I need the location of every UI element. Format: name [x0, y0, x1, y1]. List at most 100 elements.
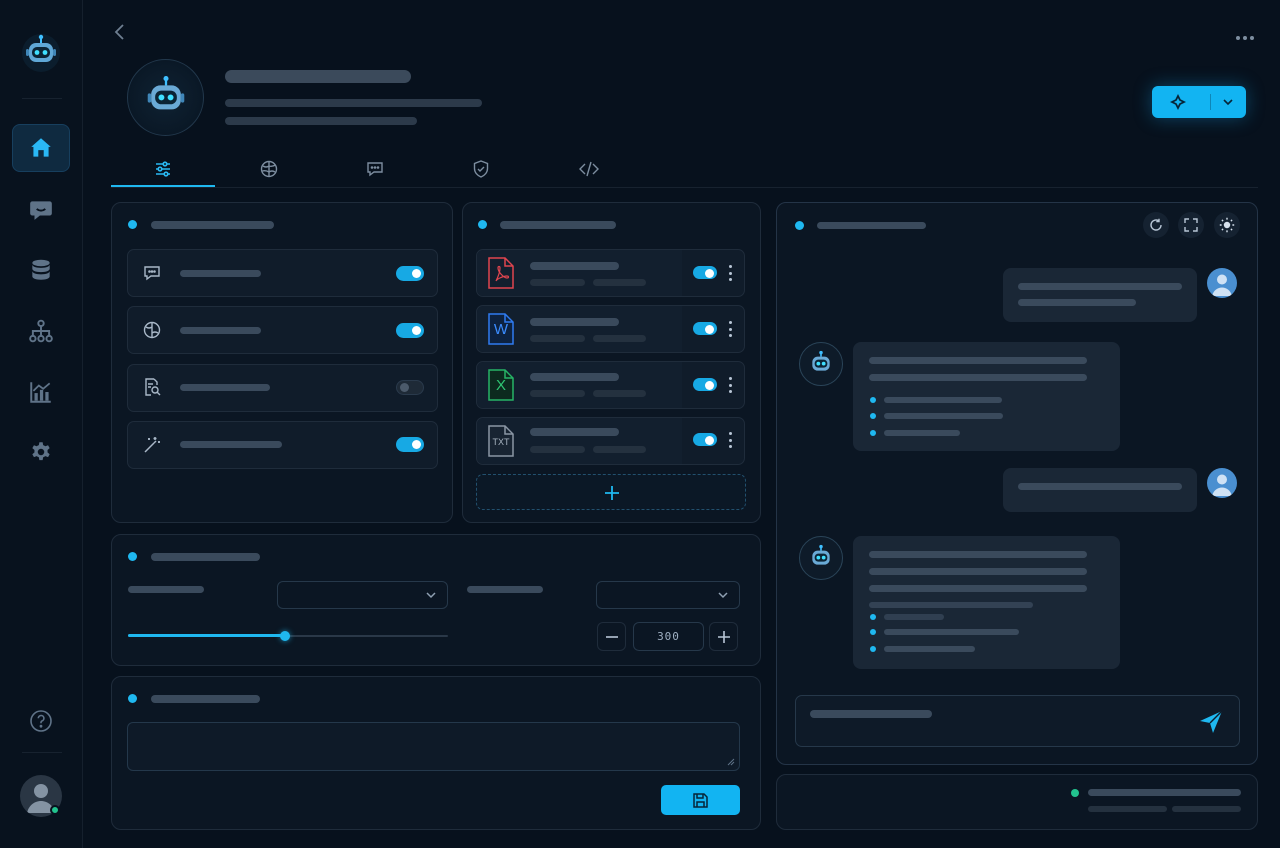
message-line-placeholder — [869, 551, 1087, 558]
settings-icon — [32, 442, 50, 461]
save-icon — [693, 793, 708, 808]
param-label-placeholder — [128, 586, 204, 593]
tab-bar-divider — [111, 187, 1258, 188]
chat-input-placeholder — [810, 710, 932, 718]
file-toggle-pdf[interactable] — [693, 266, 717, 279]
files-section-dot — [478, 220, 487, 229]
status-panel — [776, 774, 1258, 830]
workflow-icon — [29, 319, 53, 343]
file-toggle-excel[interactable] — [693, 378, 717, 391]
list-bullet — [870, 629, 876, 635]
slider-fill — [128, 634, 285, 637]
decrement-button[interactable] — [597, 622, 626, 651]
temperature-slider[interactable] — [128, 629, 448, 643]
refresh-button[interactable] — [1143, 212, 1169, 238]
model-select[interactable] — [277, 581, 448, 609]
status-text-placeholder — [1088, 789, 1241, 796]
fullscreen-button[interactable] — [1178, 212, 1204, 238]
file-meta-placeholder — [593, 335, 646, 342]
bot-avatar — [799, 342, 843, 386]
chevron-left-icon — [114, 24, 124, 40]
robot-logo-icon — [22, 34, 60, 72]
file-meta-placeholder — [530, 390, 585, 397]
spark-icon — [1169, 93, 1187, 111]
tab-knowledge[interactable] — [217, 152, 321, 186]
file-meta-placeholder — [593, 390, 646, 397]
home-icon — [31, 138, 51, 157]
file-menu-kebab-icon[interactable] — [728, 321, 732, 337]
send-icon — [1200, 710, 1223, 733]
message-line-placeholder — [884, 629, 1019, 635]
agent-avatar[interactable] — [127, 59, 204, 136]
file-menu-kebab-icon[interactable] — [728, 377, 732, 393]
excel-file-label: X — [495, 377, 506, 394]
feature-toggle-knowledge[interactable] — [396, 323, 424, 338]
file-toggle-word[interactable] — [693, 322, 717, 335]
increment-button[interactable] — [709, 622, 738, 651]
file-meta-placeholder — [530, 335, 585, 342]
feature-toggle-doc-search[interactable] — [396, 380, 424, 395]
message-line-placeholder — [884, 646, 975, 652]
tab-chat[interactable] — [323, 152, 427, 186]
feature-row-creative[interactable] — [127, 421, 438, 469]
send-button[interactable] — [1197, 708, 1225, 736]
file-name-placeholder — [530, 318, 619, 326]
message-line-placeholder — [869, 568, 1087, 575]
max-tokens-input[interactable]: 300 — [633, 622, 704, 651]
sidebar-item-chat[interactable] — [12, 185, 70, 233]
more-options-button[interactable] — [1234, 28, 1256, 40]
provider-select[interactable] — [596, 581, 740, 609]
sidebar-item-analytics[interactable] — [12, 368, 70, 416]
plus-icon — [718, 631, 730, 643]
help-button[interactable] — [29, 709, 53, 733]
system-prompt-textarea[interactable] — [127, 722, 740, 771]
sidebar-item-home[interactable] — [12, 124, 70, 172]
user-message — [1003, 268, 1197, 322]
feature-label-placeholder — [180, 327, 261, 334]
theme-toggle-button[interactable] — [1214, 212, 1240, 238]
chat-input[interactable] — [795, 695, 1240, 747]
file-menu-kebab-icon[interactable] — [728, 432, 732, 448]
expand-icon — [1184, 218, 1198, 232]
prompt-section-title — [151, 695, 260, 703]
txt-file-label: TXT — [492, 437, 510, 447]
message-line-placeholder — [1018, 299, 1136, 306]
sidebar-item-settings[interactable] — [12, 428, 70, 476]
minus-icon — [606, 636, 618, 638]
feature-row-conversation[interactable] — [127, 249, 438, 297]
chevron-down-icon[interactable] — [1222, 97, 1234, 107]
back-button[interactable] — [111, 22, 129, 42]
app-logo[interactable] — [20, 32, 62, 74]
sidebar-item-workflow[interactable] — [12, 307, 70, 355]
robot-icon — [147, 75, 184, 109]
feature-row-doc-search[interactable] — [127, 364, 438, 412]
plus-icon — [605, 486, 619, 500]
tab-security[interactable] — [429, 152, 533, 186]
chat-icon — [30, 201, 52, 220]
save-button[interactable] — [661, 785, 740, 815]
resize-handle-icon[interactable] — [725, 756, 735, 766]
preview-section-dot — [795, 221, 804, 230]
deploy-button[interactable] — [1152, 86, 1246, 118]
message-line-placeholder — [869, 602, 1033, 608]
more-horizontal-icon — [1236, 36, 1254, 40]
tab-configuration[interactable] — [111, 152, 215, 186]
feature-row-knowledge[interactable] — [127, 306, 438, 354]
message-line-placeholder — [884, 430, 960, 436]
feature-toggle-creative[interactable] — [396, 437, 424, 452]
user-message — [1003, 468, 1197, 512]
agent-name-placeholder — [225, 70, 411, 83]
sidebar-item-database[interactable] — [12, 246, 70, 294]
file-menu-kebab-icon[interactable] — [728, 265, 732, 281]
file-meta-placeholder — [593, 279, 646, 286]
slider-thumb[interactable] — [279, 631, 290, 641]
add-file-button[interactable] — [476, 474, 746, 510]
status-detail-placeholder — [1088, 806, 1167, 812]
file-name-placeholder — [530, 373, 619, 381]
file-toggle-txt[interactable] — [693, 433, 717, 446]
refresh-icon — [1150, 218, 1162, 231]
feature-label-placeholder — [180, 384, 270, 391]
list-bullet — [870, 646, 876, 652]
feature-toggle-conversation[interactable] — [396, 266, 424, 281]
tab-api[interactable] — [537, 152, 641, 186]
